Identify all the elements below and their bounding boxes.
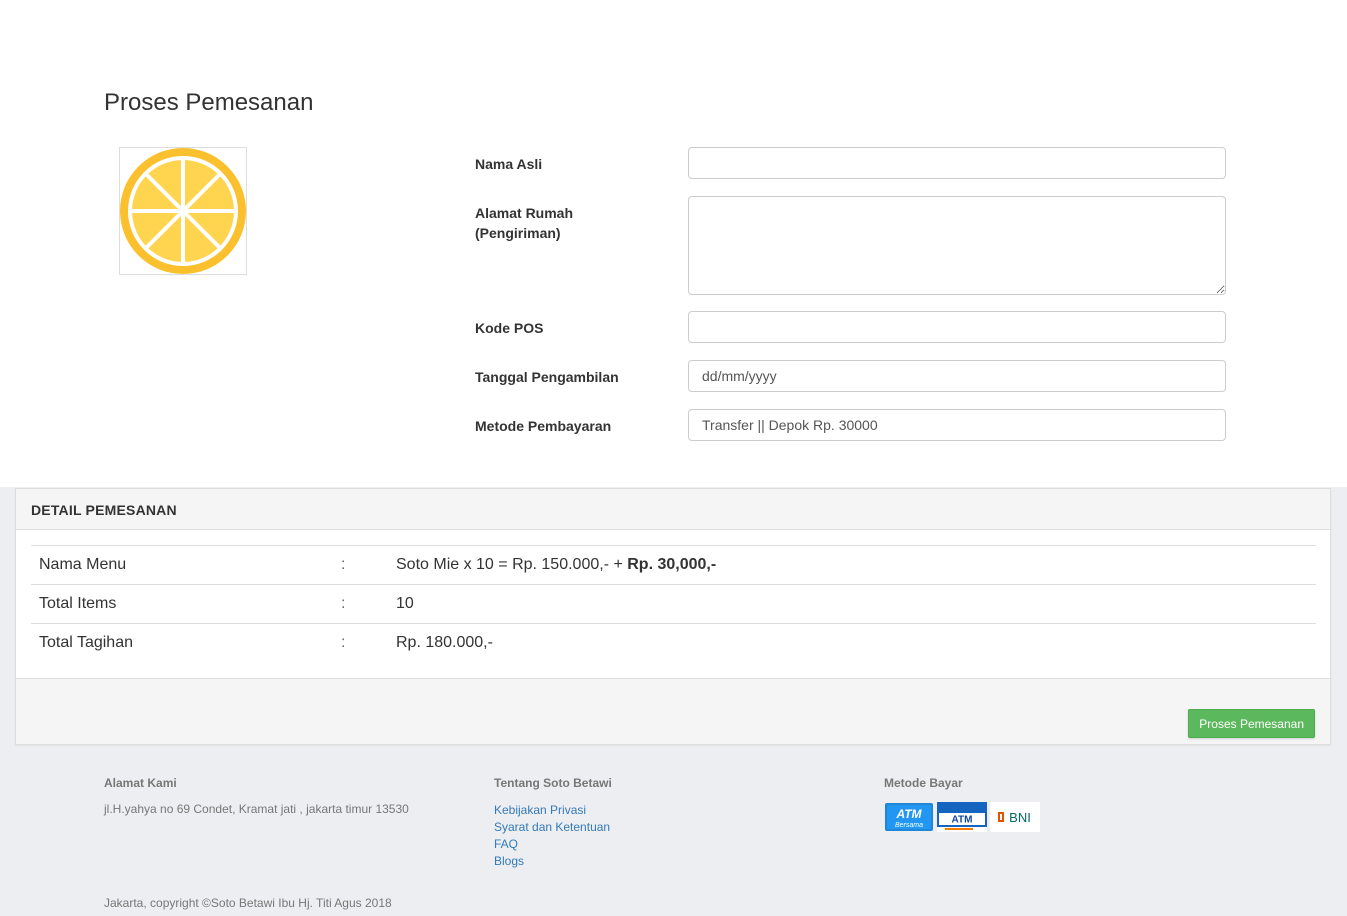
footer-link-faq[interactable]: FAQ bbox=[494, 836, 874, 853]
detail-panel-title: DETAIL PEMESANAN bbox=[31, 502, 177, 518]
bni-logo-label: BNI bbox=[1009, 810, 1031, 825]
detail-panel-footer: Proses Pemesanan bbox=[16, 678, 1330, 744]
atm-bersama-logo-line2: Bersama bbox=[895, 822, 923, 829]
row-value: Rp. 180.000,- bbox=[388, 623, 1316, 663]
footer-link-blogs[interactable]: Blogs bbox=[494, 853, 874, 870]
tanggal-input[interactable] bbox=[688, 360, 1226, 392]
table-row: Total Tagihan : Rp. 180.000,- bbox=[31, 623, 1316, 663]
row-value: Soto Mie x 10 = Rp. 150.000,- + Rp. 30,0… bbox=[388, 545, 1316, 585]
detail-panel: DETAIL PEMESANAN Nama Menu : Soto Mie x … bbox=[15, 488, 1331, 745]
footer-link-kebijakan[interactable]: Kebijakan Privasi bbox=[494, 802, 874, 819]
row-value-bold: Rp. 30,000,- bbox=[627, 556, 717, 573]
footer-metode-heading: Metode Bayar bbox=[884, 776, 963, 790]
row-label: Total Tagihan bbox=[31, 623, 335, 663]
footer-metode: Metode Bayar ATM Bersama ATM BNI bbox=[884, 776, 1184, 834]
metode-input[interactable] bbox=[688, 409, 1226, 441]
footer-alamat-text: jl.H.yahya no 69 Condet, Kramat jati , j… bbox=[104, 802, 409, 816]
alamat-label-line1: Alamat Rumah bbox=[475, 205, 574, 221]
atm-bersama-logo-line1: ATM bbox=[895, 807, 922, 821]
detail-panel-heading: DETAIL PEMESANAN bbox=[16, 489, 1330, 530]
footer-tentang-heading: Tentang Soto Betawi bbox=[494, 776, 612, 790]
copyright-text: Jakarta, copyright ©Soto Betawi Ibu Hj. … bbox=[104, 896, 392, 910]
row-label: Nama Menu bbox=[31, 545, 335, 585]
atm-bri-logo-icon: ATM bbox=[937, 802, 987, 832]
row-colon: : bbox=[335, 584, 388, 624]
lemon-slice-icon bbox=[120, 148, 246, 274]
payment-logos: ATM Bersama ATM BNI bbox=[884, 802, 1184, 834]
kodepos-input[interactable] bbox=[688, 311, 1226, 343]
atm-bersama-logo-icon: ATM Bersama bbox=[885, 803, 933, 831]
footer-alamat: Alamat Kami jl.H.yahya no 69 Condet, Kra… bbox=[104, 776, 484, 816]
row-value: 10 bbox=[388, 584, 1316, 624]
nama-input[interactable] bbox=[688, 147, 1226, 179]
detail-table: Nama Menu : Soto Mie x 10 = Rp. 150.000,… bbox=[31, 545, 1316, 663]
row-label: Total Items bbox=[31, 584, 335, 624]
bni-logo-icon: BNI bbox=[990, 802, 1040, 832]
row-value-text: Soto Mie x 10 = Rp. 150.000,- + bbox=[396, 556, 628, 573]
proses-pemesanan-button[interactable]: Proses Pemesanan bbox=[1188, 709, 1315, 738]
footer-tentang: Tentang Soto Betawi Kebijakan Privasi Sy… bbox=[494, 776, 874, 870]
alamat-label-line2: (Pengiriman) bbox=[475, 225, 561, 241]
table-row: Nama Menu : Soto Mie x 10 = Rp. 150.000,… bbox=[31, 545, 1316, 585]
row-colon: : bbox=[335, 545, 388, 585]
row-colon: : bbox=[335, 623, 388, 663]
atm-bri-logo-label: ATM bbox=[952, 815, 973, 826]
page-title: Proses Pemesanan bbox=[104, 89, 314, 116]
kodepos-label: Kode POS bbox=[475, 320, 544, 336]
metode-label: Metode Pembayaran bbox=[475, 418, 612, 434]
footer-link-syarat[interactable]: Syarat dan Ketentuan bbox=[494, 819, 874, 836]
nama-label: Nama Asli bbox=[475, 156, 543, 172]
alamat-textarea[interactable] bbox=[688, 196, 1226, 295]
table-row: Total Items : 10 bbox=[31, 584, 1316, 624]
footer-alamat-heading: Alamat Kami bbox=[104, 776, 177, 790]
product-image bbox=[119, 147, 247, 275]
tanggal-label: Tanggal Pengambilan bbox=[475, 369, 619, 385]
alamat-label: Alamat Rumah (Pengiriman) bbox=[475, 203, 573, 243]
